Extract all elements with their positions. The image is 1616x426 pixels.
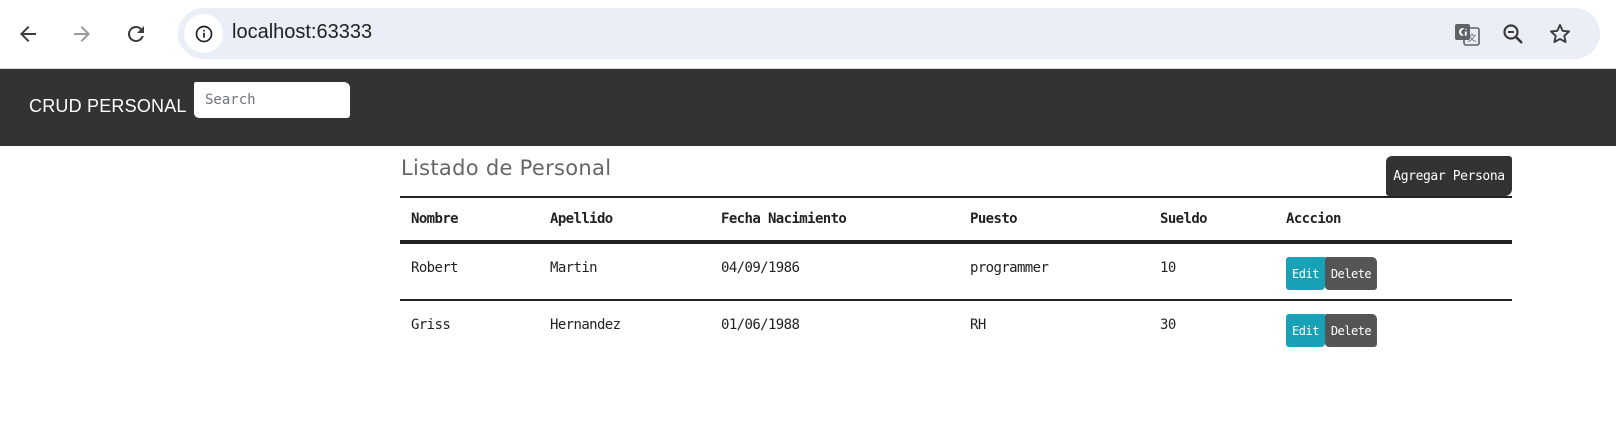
cell-nombre: Griss [411, 317, 451, 333]
cell-nombre: Robert [411, 260, 459, 276]
brand-link[interactable]: CRUD PERSONAL [29, 96, 187, 117]
table-row: Robert Martin 04/09/1986 programmer 10 E… [400, 242, 1512, 300]
cell-puesto: programmer [970, 260, 1049, 276]
header-accion: Acccion [1286, 211, 1341, 227]
address-bar[interactable]: localhost:63333 G 文 [178, 8, 1600, 59]
back-button[interactable] [8, 14, 48, 54]
cell-fecha: 01/06/1988 [721, 317, 800, 333]
info-icon [195, 25, 212, 42]
delete-button[interactable]: Delete [1325, 314, 1377, 347]
delete-button[interactable]: Delete [1325, 257, 1377, 290]
cell-apellido: Martin [550, 260, 598, 276]
page-title: Listado de Personal [401, 156, 612, 180]
cell-sueldo: 30 [1160, 317, 1176, 333]
add-person-button[interactable]: Agregar Persona [1386, 156, 1512, 196]
cell-acciones: Edit Delete [1275, 300, 1512, 358]
reload-icon [127, 25, 144, 42]
header-fecha-nacimiento: Fecha Nacimiento [721, 211, 847, 227]
zoom-button[interactable] [1499, 20, 1527, 48]
cell-puesto: RH [970, 317, 986, 333]
star-icon [1550, 24, 1570, 43]
table-header-row: Nombre Apellido Fecha Nacimiento Puesto … [400, 197, 1512, 242]
forward-button[interactable] [62, 14, 102, 54]
cell-apellido: Hernandez [550, 317, 621, 333]
personal-table: Nombre Apellido Fecha Nacimiento Puesto … [400, 196, 1512, 358]
header-sueldo: Sueldo [1160, 211, 1208, 227]
site-info-button[interactable] [184, 14, 223, 53]
header-apellido: Apellido [550, 211, 613, 227]
edit-button[interactable]: Edit [1286, 257, 1325, 290]
header-nombre: Nombre [411, 211, 459, 227]
zoom-icon [1503, 24, 1523, 44]
table-row: Griss Hernandez 01/06/1988 RH 30 Edit Del… [400, 300, 1512, 358]
edit-button[interactable]: Edit [1286, 314, 1325, 347]
browser-toolbar: localhost:63333 G 文 [0, 0, 1616, 68]
cell-acciones: Edit Delete [1275, 242, 1512, 300]
header-puesto: Puesto [970, 211, 1018, 227]
bookmark-button[interactable] [1546, 20, 1574, 48]
svg-text:文: 文 [1468, 32, 1477, 44]
app-navbar: CRUD PERSONAL [0, 69, 1616, 146]
search-input[interactable] [194, 82, 350, 118]
url-text[interactable]: localhost:63333 [232, 21, 372, 44]
translate-icon: G 文 [1455, 24, 1480, 46]
translate-button[interactable]: G 文 [1453, 20, 1481, 48]
reload-button[interactable] [116, 14, 156, 54]
cell-fecha: 04/09/1986 [721, 260, 800, 276]
arrow-left-icon [20, 26, 36, 42]
arrow-right-icon [74, 26, 90, 42]
cell-sueldo: 10 [1160, 260, 1176, 276]
